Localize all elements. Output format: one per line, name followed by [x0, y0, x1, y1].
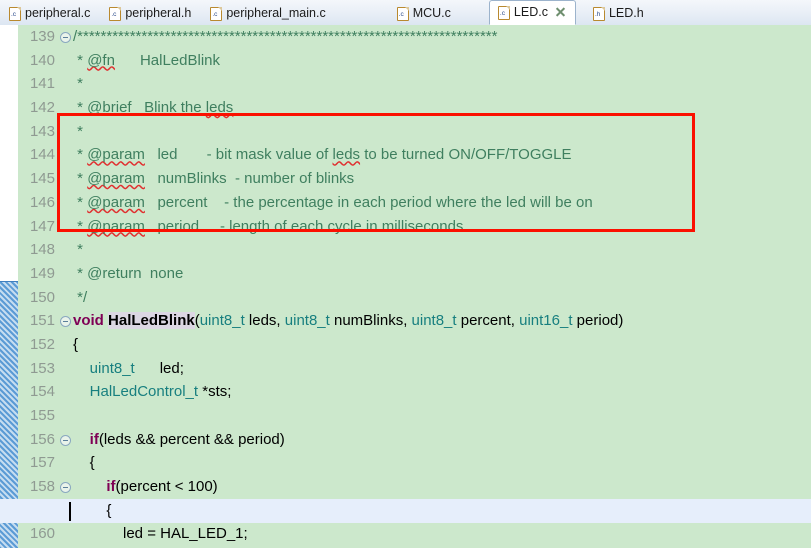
code-editor[interactable]: 139 140 141 142 143 144 145 146 147 148 …: [0, 25, 811, 548]
code-line-149: * @return none: [73, 264, 184, 282]
line-number: 143: [29, 122, 55, 140]
code-line-146: * @param percent - the percentage in eac…: [73, 193, 593, 211]
tab-peripheral-c[interactable]: .c peripheral.c: [0, 1, 100, 25]
line-number: 149: [29, 264, 55, 282]
tab-led-h[interactable]: .h LED.h: [584, 1, 654, 25]
tab-mcu-c[interactable]: .c MCU.c: [388, 1, 461, 25]
line-number: 158: [29, 478, 55, 496]
code-line-141: *: [73, 75, 84, 93]
code-line-152: {: [73, 335, 79, 353]
line-number: 142: [29, 99, 55, 117]
c-file-icon: .c: [497, 5, 510, 20]
tab-label: MCU.c: [412, 6, 451, 21]
code-line-143: *: [73, 122, 84, 140]
code-line-159: {: [73, 501, 112, 519]
code-line-151: void HalLedBlink(uint8_t leds, uint8_t n…: [73, 312, 624, 330]
code-line-147: * @param period - length of each cycle i…: [73, 217, 464, 235]
c-file-icon: .c: [396, 6, 409, 21]
line-number-ruler: 139 140 141 142 143 144 145 146 147 148 …: [18, 25, 59, 548]
code-line-139: /***************************************…: [73, 28, 498, 45]
text-caret: [69, 502, 71, 521]
code-line-156: if(leds && percent && period): [89, 430, 285, 448]
line-number: 160: [29, 525, 55, 543]
h-file-icon: .h: [592, 6, 605, 21]
eclipse-editor-window: .c peripheral.c .c peripheral.h .c perip…: [0, 0, 811, 548]
code-line-140: * @fn HalLedBlink: [73, 51, 220, 69]
tab-peripheral-h[interactable]: .c peripheral.h: [100, 1, 201, 25]
tab-peripheral-main-c[interactable]: .c peripheral_main.c: [201, 1, 335, 25]
line-number: 152: [29, 335, 55, 353]
line-number: 139: [29, 28, 55, 45]
line-number: 150: [29, 288, 55, 306]
tab-label: peripheral.h: [125, 6, 192, 21]
c-file-icon: .c: [210, 6, 223, 21]
line-number: 145: [29, 170, 55, 188]
folding-ruler[interactable]: [59, 25, 73, 548]
code-line-145: * @param numBlinks - number of blinks: [73, 170, 355, 188]
code-line-158: if(percent < 100): [106, 478, 218, 496]
fold-collapse-icon[interactable]: [60, 434, 71, 446]
close-icon[interactable]: [555, 7, 566, 18]
line-number: 155: [29, 407, 55, 424]
tab-label: peripheral_main.c: [226, 6, 326, 21]
line-number: 147: [29, 217, 55, 235]
code-line-144: * @param led - bit mask value of leds to…: [73, 146, 572, 164]
code-line-142: * @brief Blink the leds: [73, 99, 234, 117]
line-number: 144: [29, 146, 55, 164]
code-line-157: {: [73, 454, 95, 472]
line-number: 156: [29, 430, 55, 448]
tab-label: LED.h: [608, 6, 644, 21]
code-line-160: led = HAL_LED_1;: [73, 525, 248, 543]
line-number: 151: [29, 312, 55, 330]
code-line-153: uint8_t led;: [89, 359, 184, 377]
line-number: 141: [29, 75, 55, 93]
tab-label: peripheral.c: [25, 6, 91, 21]
tab-led-c[interactable]: .c LED.c: [488, 0, 576, 25]
code-text-area[interactable]: /***************************************…: [0, 25, 811, 548]
line-number: 154: [29, 383, 55, 401]
fold-collapse-icon[interactable]: [60, 482, 71, 494]
code-line-154: HalLedControl_t *sts;: [89, 383, 232, 401]
tab-label: LED.c: [513, 5, 548, 20]
line-number: 157: [29, 454, 55, 472]
line-number: 140: [29, 51, 55, 69]
fold-collapse-icon[interactable]: [60, 316, 71, 328]
line-number: 146: [29, 193, 55, 211]
line-number: 153: [29, 359, 55, 377]
fold-collapse-icon[interactable]: [60, 32, 71, 43]
c-file-icon: .c: [109, 6, 122, 21]
editor-tab-bar: .c peripheral.c .c peripheral.h .c perip…: [0, 0, 811, 26]
code-line-150: */: [73, 288, 88, 306]
line-number: 148: [29, 241, 55, 259]
code-line-148: *: [73, 241, 84, 259]
c-file-icon: .c: [9, 6, 21, 21]
